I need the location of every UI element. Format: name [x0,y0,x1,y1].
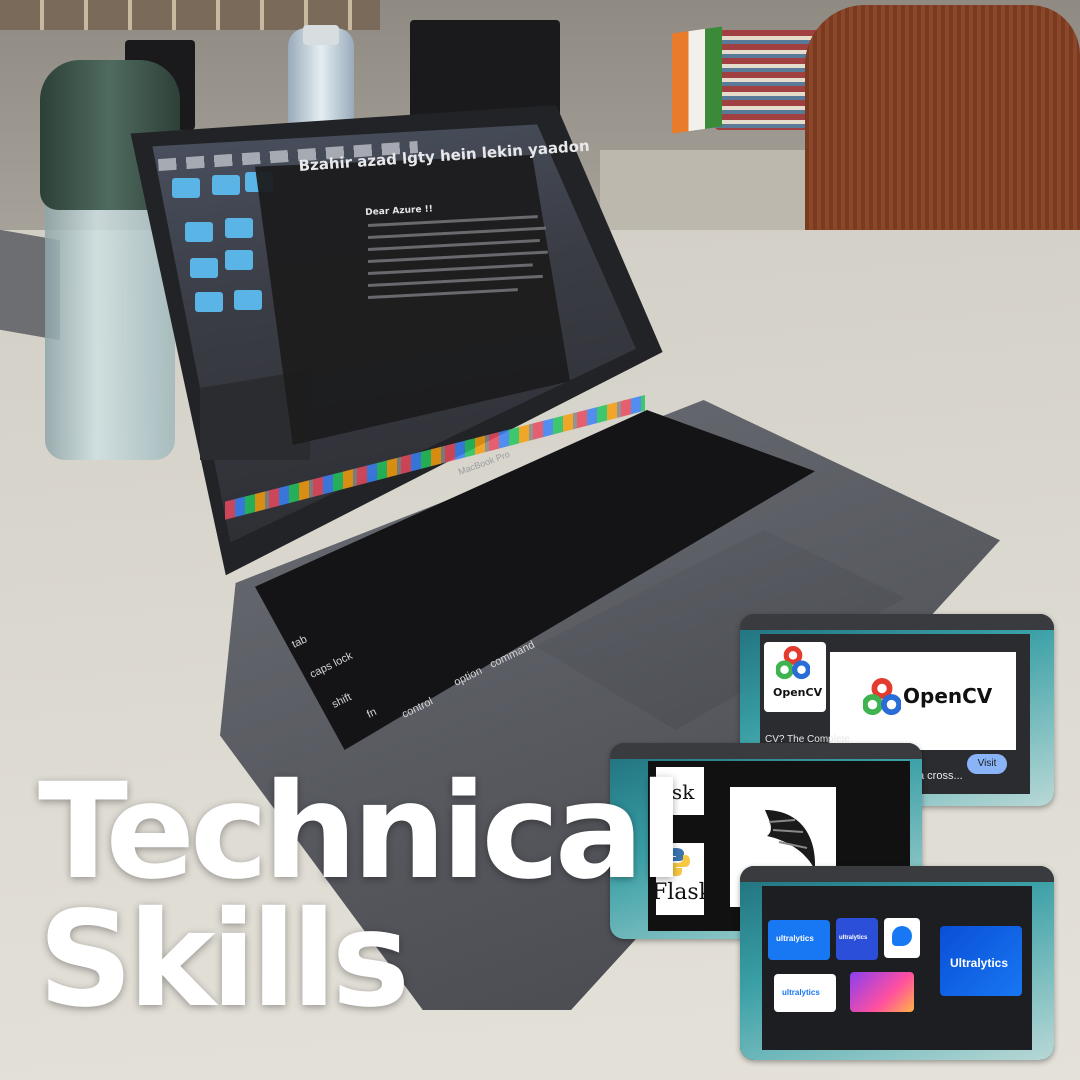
folder-icon [234,290,262,310]
visit-button[interactable]: Visit [967,754,1007,774]
opencv-thumb-text: OpenCV [773,686,823,699]
folder-icon [225,250,253,270]
ultralytics-hero-text: Ultralytics [950,956,1009,970]
folder-icon [225,218,253,238]
folder-icon [190,258,218,278]
opencv-logo-text: OpenCV [903,684,993,708]
folder-icon [172,178,200,198]
browser-chrome [740,614,1054,630]
ultralytics-logo-mark [892,926,912,946]
browser-chrome [740,866,1054,882]
opencv-caption-2: a cross... [918,770,963,782]
ultralytics-tile-text: ultralytics [839,935,868,941]
ultralytics-tile-text: ultralytics [782,988,820,997]
folder-icon [195,292,223,312]
water-bottle-cap [303,25,339,45]
headline-line-2: Skills [38,883,410,1037]
folder-icon [212,175,240,195]
folder-icon [185,222,213,242]
ultralytics-tile-text: ultralytics [776,934,814,943]
ultralytics-gradient-tile [850,972,914,1012]
background-monitor [410,20,560,120]
headline: Technical Skills [38,755,684,1037]
opencv-logo-icon [863,678,901,716]
indian-flag [672,26,722,134]
opencv-logo-icon [776,646,810,680]
headline-line-1: Technical [38,755,684,909]
